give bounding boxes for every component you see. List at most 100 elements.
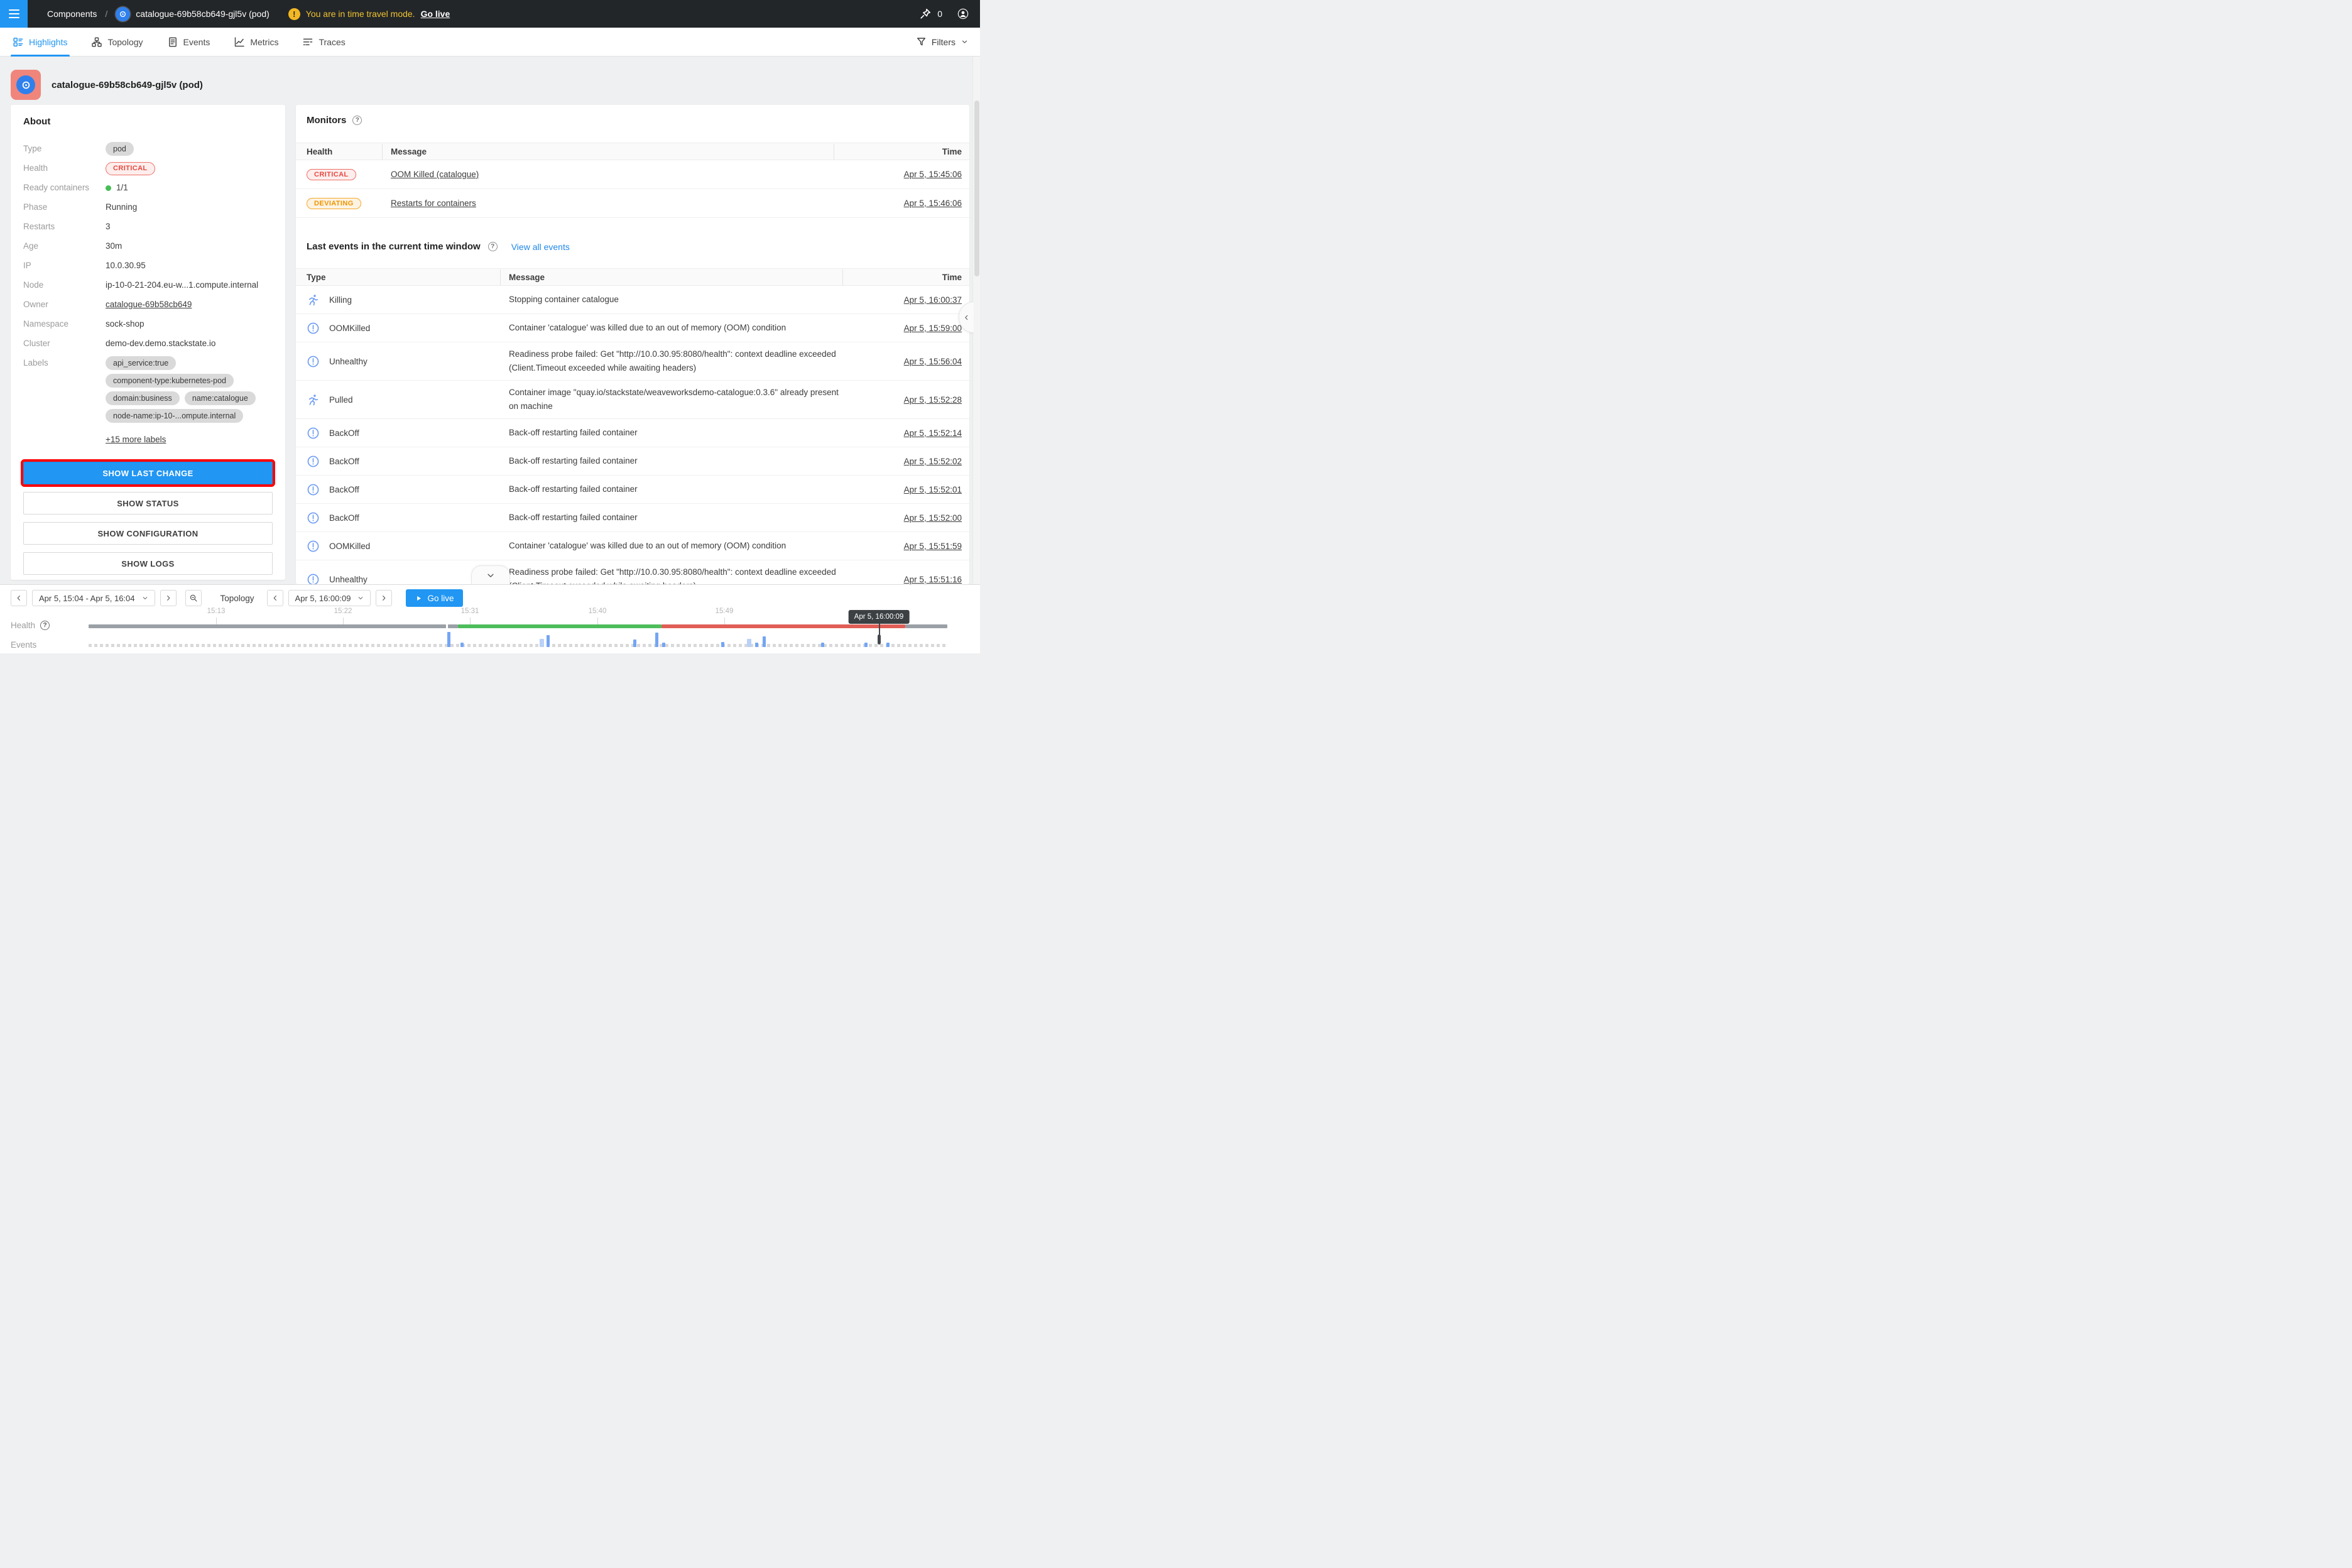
event-bar <box>447 632 450 647</box>
more-labels-link[interactable]: +15 more labels <box>106 433 166 447</box>
time-link[interactable]: Apr 5, 15:46:06 <box>904 199 962 208</box>
go-live-link[interactable]: Go live <box>421 9 450 19</box>
label-pill[interactable]: node-name:ip-10-...ompute.internal <box>106 409 243 423</box>
banner-text: You are in time travel mode. <box>306 9 415 19</box>
time-link[interactable]: Apr 5, 15:52:14 <box>904 428 962 438</box>
time-link[interactable]: Apr 5, 15:56:04 <box>904 357 962 366</box>
event-message-cell: Stopping container catalogue <box>509 293 851 307</box>
about-row-labels: Labelsapi_service:true component-type:kub… <box>23 356 273 447</box>
page-header: catalogue-69b58cb649-gjl5v (pod) <box>11 70 203 100</box>
events-baseline <box>89 644 947 647</box>
health-segment-unknown <box>89 624 446 628</box>
event-type-label: BackOff <box>329 485 359 494</box>
label-pill[interactable]: name:catalogue <box>185 391 256 405</box>
show-status-button[interactable]: SHOW STATUS <box>23 492 273 514</box>
monitors-heading-label: Monitors <box>307 115 346 126</box>
about-card: About TypepodHealthCRITICALReady contain… <box>11 105 285 580</box>
time-link[interactable]: Apr 5, 15:51:59 <box>904 542 962 551</box>
show-last-change-button[interactable]: SHOW LAST CHANGE <box>23 462 273 484</box>
alert-icon <box>307 455 320 468</box>
about-row-health: HealthCRITICAL <box>23 161 273 175</box>
show-configuration-button[interactable]: SHOW CONFIGURATION <box>23 522 273 545</box>
event-time-cell: Apr 5, 15:59:00 <box>851 324 962 333</box>
event-message-cell: Back-off restarting failed container <box>509 482 851 496</box>
monitor-link[interactable]: Restarts for containers <box>391 199 476 208</box>
tab-metrics[interactable]: Metrics <box>233 28 280 56</box>
time-link[interactable]: Apr 5, 15:52:02 <box>904 457 962 466</box>
field-text: 30m <box>106 239 122 253</box>
topbar-right: 0 <box>920 8 969 19</box>
tick-label: 15:31 <box>450 607 490 615</box>
help-icon[interactable]: ? <box>352 116 362 125</box>
events-icon <box>168 37 178 47</box>
event-bar <box>821 643 824 647</box>
tick-line <box>597 618 598 624</box>
event-type-label: Unhealthy <box>329 575 368 584</box>
label-pill[interactable]: api_service:true <box>106 356 176 370</box>
field-label: Health <box>23 161 106 175</box>
label-pill[interactable]: domain:business <box>106 391 180 405</box>
topology-icon <box>92 37 102 47</box>
field-value: ip-10-0-21-204.eu-w...1.compute.internal <box>106 278 258 292</box>
event-type-cell: BackOff <box>307 483 509 496</box>
help-icon[interactable]: ? <box>40 621 50 630</box>
event-time-cell: Apr 5, 15:56:04 <box>851 357 962 366</box>
tick-label: 15:22 <box>323 607 363 615</box>
details-card: Monitors ? Health Message Time CRITICAL O… <box>296 105 969 584</box>
breadcrumb-pod[interactable]: catalogue-69b58cb649-gjl5v (pod) <box>116 7 269 21</box>
field-label: Restarts <box>23 220 106 234</box>
event-type-cell: Pulled <box>307 393 509 406</box>
pin-count: 0 <box>937 9 942 19</box>
user-avatar[interactable] <box>957 8 969 19</box>
pin-icon[interactable] <box>920 8 931 19</box>
time-link[interactable]: Apr 5, 15:52:01 <box>904 485 962 494</box>
monitors-table-header: Health Message Time <box>296 143 969 160</box>
metrics-icon <box>234 37 244 47</box>
field-label: Type <box>23 142 106 156</box>
time-link[interactable]: Apr 5, 15:51:16 <box>904 575 962 584</box>
tab-highlights[interactable]: Highlights <box>12 28 68 56</box>
event-type-cell: Unhealthy <box>307 355 509 368</box>
field-value: sock-shop <box>106 317 144 331</box>
chevron-down-icon <box>961 38 968 45</box>
range-previous-button[interactable] <box>11 590 27 606</box>
view-all-events-link[interactable]: View all events <box>511 242 570 252</box>
help-icon[interactable]: ? <box>488 242 498 251</box>
time-link[interactable]: Apr 5, 15:45:06 <box>904 170 962 179</box>
time-link[interactable]: Apr 5, 15:52:28 <box>904 395 962 405</box>
tab-events[interactable]: Events <box>166 28 212 56</box>
time-link[interactable]: Apr 5, 16:00:37 <box>904 295 962 305</box>
show-logs-button[interactable]: SHOW LOGS <box>23 552 273 575</box>
tab-topology[interactable]: Topology <box>90 28 144 56</box>
event-time-cell: Apr 5, 16:00:37 <box>851 295 962 305</box>
scrollbar-thumb[interactable] <box>974 101 979 276</box>
event-time-cell: Apr 5, 15:51:16 <box>851 575 962 584</box>
field-label: Phase <box>23 200 106 214</box>
field-value: pod <box>106 142 134 156</box>
breadcrumb-components[interactable]: Components <box>41 9 97 19</box>
monitor-health-cell: CRITICAL <box>307 169 391 180</box>
time-link[interactable]: Apr 5, 15:52:00 <box>904 513 962 523</box>
field-value: 3 <box>106 220 111 234</box>
events-row-label: Events <box>11 640 36 650</box>
tab-traces[interactable]: Traces <box>302 28 346 56</box>
monitor-message-cell: Restarts for containers <box>391 199 842 208</box>
about-row-node: Nodeip-10-0-21-204.eu-w...1.compute.inte… <box>23 278 273 292</box>
field-text: Running <box>106 200 137 214</box>
label-pill[interactable]: component-type:kubernetes-pod <box>106 374 234 388</box>
time-link[interactable]: Apr 5, 15:59:00 <box>904 324 962 333</box>
health-segment-healthy <box>458 624 662 628</box>
column-header-health: Health <box>307 147 391 156</box>
event-bar <box>540 639 544 647</box>
health-badge: CRITICAL <box>307 169 356 180</box>
field-label: Labels <box>23 356 106 370</box>
tab-label: Metrics <box>250 37 278 47</box>
event-bar <box>721 642 724 647</box>
expand-timeline-handle[interactable] <box>471 565 510 584</box>
time-marker-handle[interactable] <box>878 634 881 645</box>
monitor-link[interactable]: OOM Killed (catalogue) <box>391 170 479 179</box>
hamburger-menu-button[interactable] <box>0 0 28 28</box>
owner-link[interactable]: catalogue-69b58cb649 <box>106 298 192 312</box>
filters-button[interactable]: Filters <box>917 37 968 47</box>
field-text: sock-shop <box>106 317 144 331</box>
